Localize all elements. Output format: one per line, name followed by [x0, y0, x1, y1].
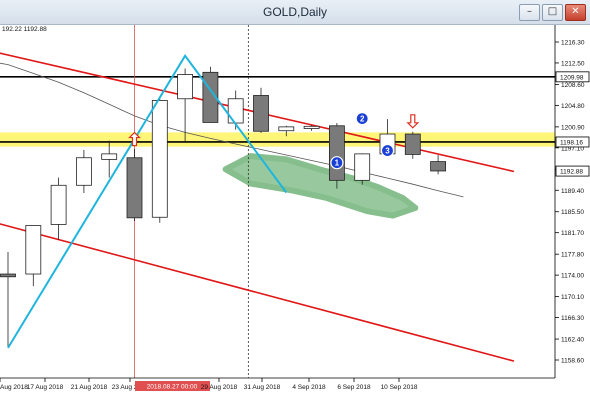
candle-body-1 [0, 273, 16, 278]
candle-body-3 [50, 184, 67, 225]
candle-body-12 [278, 126, 295, 132]
price-tick-label-9: 1185.50 [561, 209, 584, 216]
close-button[interactable]: ✕ [565, 4, 586, 21]
window-title: GOLD,Daily [262, 5, 327, 19]
candle-body-18 [430, 161, 447, 172]
price-tick-label-5: 1200.90 [561, 124, 585, 131]
price-label-3: 1192.88 [560, 169, 583, 176]
time-tick-label-3: 21 Aug 2018 [71, 384, 108, 391]
time-tick-label-6: 29 Aug 2018 [201, 384, 238, 391]
yellow-zone [0, 132, 555, 147]
time-tick-label-2: 17 Aug 2018 [27, 384, 64, 391]
price-tick-label-13: 1170.10 [561, 294, 584, 301]
candle-body-4 [76, 157, 92, 186]
price-tick-label-10: 1181.70 [561, 230, 584, 237]
candle-body-13 [303, 125, 320, 129]
maximize-button[interactable]: □ [542, 4, 563, 21]
candle-body-6 [126, 157, 143, 219]
close-icon: ✕ [571, 6, 580, 17]
time-tick-label-8: 4 Sep 2018 [292, 384, 326, 391]
price-tick-label-14: 1166.30 [561, 315, 584, 322]
marker-3-label: 3 [385, 147, 390, 156]
candle-body-8 [177, 74, 194, 100]
price-label-1: 1209.98 [560, 74, 584, 81]
price-tick-label-16: 1158.60 [561, 358, 584, 365]
marker-2-label: 2 [360, 115, 365, 124]
candle-body-11 [253, 95, 269, 132]
chart-window: GOLD,Daily – □ ✕ 1 2 3 1216.30 1212.50 1208.… [0, 0, 590, 403]
minimize-button[interactable]: – [519, 4, 540, 21]
price-tick-label-11: 1177.80 [561, 252, 584, 259]
candle-body-2 [25, 225, 42, 275]
candle-body-10 [227, 98, 244, 124]
time-tick-label-9: 6 Sep 2018 [337, 384, 371, 391]
ohlc-readout: 192.22 1192.88 [2, 26, 47, 33]
candle-body-5 [101, 153, 118, 160]
marker-1-label: 1 [335, 159, 340, 168]
time-highlight-label: 2018.08.27 00:00 [147, 384, 198, 391]
price-tick-label-12: 1174.00 [561, 273, 584, 280]
time-tick-label-7: 31 Aug 2018 [244, 384, 281, 391]
price-tick-label-1: 1216.30 [561, 40, 585, 47]
maximize-icon: □ [547, 6, 558, 17]
price-label-2: 1198.16 [560, 139, 583, 146]
price-tick-label-2: 1212.50 [561, 60, 585, 67]
candle-body-17 [404, 133, 421, 155]
price-tick-label-15: 1162.40 [561, 337, 584, 344]
candle-body-7 [151, 100, 168, 218]
candle-body-15 [354, 153, 371, 181]
title-bar[interactable]: GOLD,Daily – □ ✕ [0, 0, 590, 25]
minimize-icon: – [527, 6, 532, 17]
time-tick-label-1: Aug 2018 [0, 384, 28, 391]
price-tick-label-4: 1204.80 [561, 103, 585, 110]
price-tick-label-3: 1208.60 [561, 82, 585, 89]
time-tick-label-10: 10 Sep 2018 [381, 384, 418, 391]
price-tick-label-8: 1189.40 [561, 188, 584, 195]
price-chart[interactable]: 1 2 3 1216.30 1212.50 1208.60 1204.80 1200.90 1… [0, 25, 590, 403]
candle-body-14 [328, 125, 345, 181]
